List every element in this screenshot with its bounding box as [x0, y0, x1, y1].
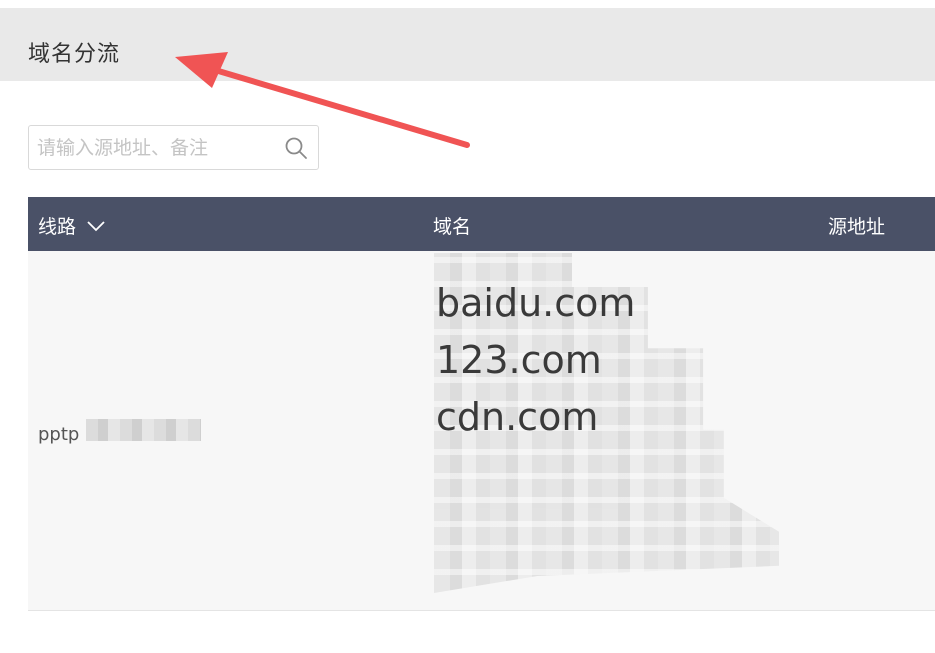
table-row[interactable]: pptp baidu.com 123.com cdn.com — [28, 251, 935, 611]
domain-item: baidu.com — [436, 281, 636, 325]
column-header-line-label: 线路 — [38, 216, 77, 238]
domain-item: cdn.com — [436, 395, 599, 439]
column-header-line[interactable]: 线路 — [38, 212, 106, 239]
page-title: 域名分流 — [28, 42, 121, 67]
search-icon[interactable] — [284, 136, 308, 160]
column-header-source: 源地址 — [828, 216, 886, 238]
page-header: 域名分流 — [0, 8, 935, 81]
search-input[interactable] — [37, 134, 277, 162]
domain-table: 线路 域名 源地址 pptp baidu.com 123.com cdn.com — [28, 197, 935, 611]
table-header: 线路 域名 源地址 — [28, 197, 935, 251]
cell-line: pptp — [38, 424, 80, 445]
top-strip — [0, 0, 935, 8]
cell-domains: baidu.com 123.com cdn.com — [434, 251, 794, 611]
domain-item: 123.com — [436, 338, 602, 382]
column-header-domain: 域名 — [433, 216, 472, 238]
chevron-down-icon[interactable] — [86, 219, 106, 233]
domain-list: baidu.com 123.com cdn.com — [436, 275, 635, 446]
search-box[interactable] — [28, 125, 319, 170]
redacted-line-detail — [86, 419, 201, 441]
